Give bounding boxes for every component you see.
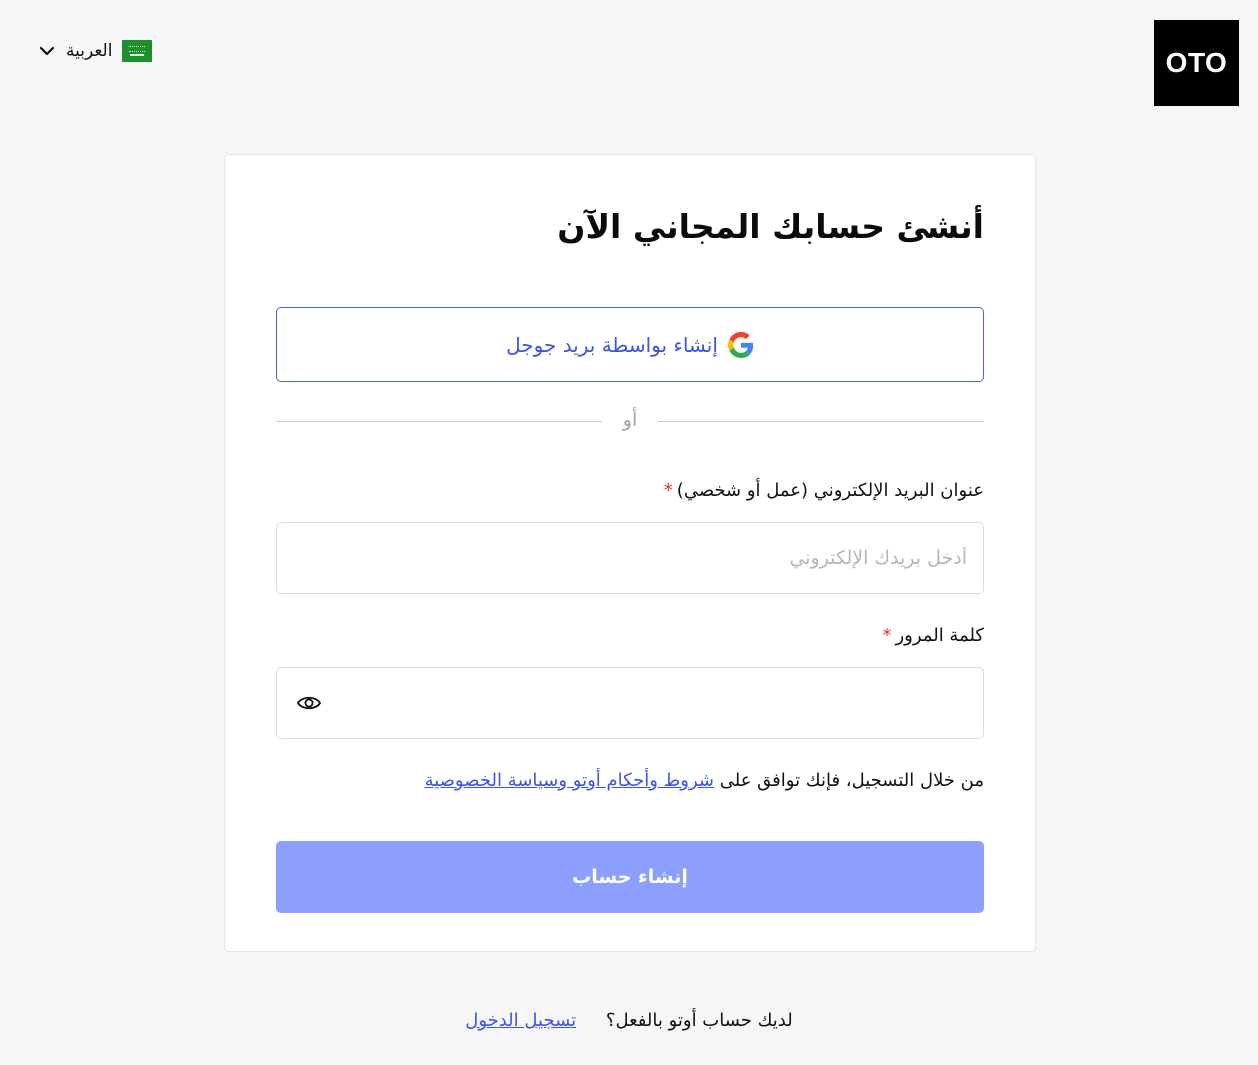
signup-card: أنشئ حسابك المجاني الآن إنشاء بواسطة بري… <box>224 154 1036 952</box>
password-field-wrapper <box>276 667 984 739</box>
google-signup-label: إنشاء بواسطة بريد جوجل <box>506 332 718 357</box>
email-label: عنوان البريد الإلكتروني (عمل أو شخصي)* <box>664 480 984 501</box>
chevron-down-icon <box>39 46 55 56</box>
create-account-button[interactable]: إنشاء حساب <box>276 841 984 913</box>
terms-prefix: من خلال التسجيل، فإنك توافق على <box>719 770 984 791</box>
signup-form: أنشئ حسابك المجاني الآن إنشاء بواسطة بري… <box>276 155 984 951</box>
email-field-wrapper <box>276 522 984 594</box>
google-signup-button[interactable]: إنشاء بواسطة بريد جوجل <box>276 307 984 382</box>
password-field[interactable] <box>277 668 983 738</box>
oto-logo: OTO <box>1154 20 1239 106</box>
required-marker: * <box>663 480 673 501</box>
divider-line <box>276 421 602 422</box>
email-label-text: عنوان البريد الإلكتروني (عمل أو شخصي) <box>676 480 984 501</box>
page-title: أنشئ حسابك المجاني الآن <box>557 207 984 246</box>
saudi-flag-icon <box>122 40 153 62</box>
email-field[interactable] <box>277 523 983 593</box>
login-link[interactable]: تسجيل الدخول <box>465 1010 576 1031</box>
google-icon <box>727 331 754 358</box>
login-prompt: لديك حساب أوتو بالفعل؟ تسجيل الدخول <box>0 1010 1258 1031</box>
login-prompt-text: لديك حساب أوتو بالفعل؟ <box>605 1010 793 1031</box>
terms-link[interactable]: شروط وأحكام أوتو وسياسة الخصوصية <box>425 770 714 791</box>
password-label-text: كلمة المرور <box>895 625 984 646</box>
terms-notice: من خلال التسجيل، فإنك توافق على شروط وأح… <box>425 770 984 791</box>
language-switcher[interactable]: العربية <box>38 40 153 62</box>
or-divider: أو <box>276 409 984 439</box>
required-marker: * <box>882 625 892 646</box>
language-label: العربية <box>66 41 113 61</box>
eye-icon[interactable] <box>296 692 322 714</box>
password-label: كلمة المرور* <box>882 625 984 646</box>
divider-text: أو <box>622 409 638 431</box>
